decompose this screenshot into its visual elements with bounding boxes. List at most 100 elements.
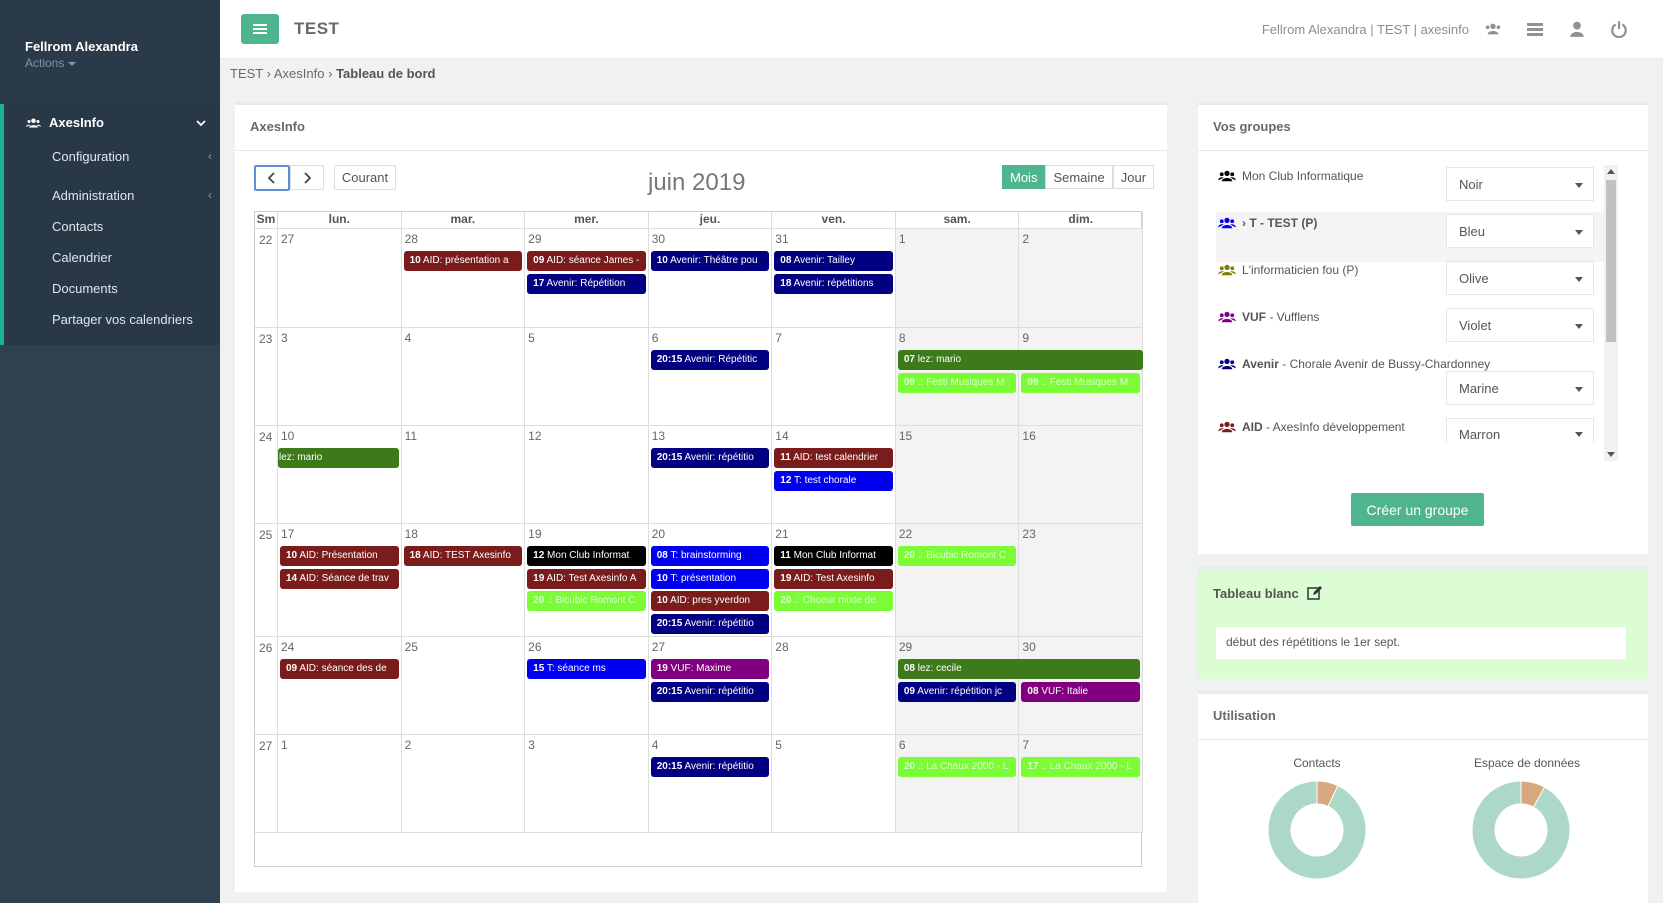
user-icon[interactable]	[1568, 20, 1586, 38]
calendar-event[interactable]: 20 .: Choeur mixte de	[774, 591, 893, 611]
day-cell[interactable]: 1	[895, 229, 1020, 328]
group-item[interactable]: L'informaticien fou (P)	[1218, 263, 1358, 277]
calendar-event[interactable]: 19 AID: Test Axesinfo	[774, 568, 893, 589]
scroll-up-icon[interactable]	[1607, 169, 1615, 174]
breadcrumb-item-test[interactable]: TEST	[230, 66, 263, 81]
day-cell[interactable]: 16	[1019, 426, 1143, 524]
calendar-event[interactable]: 08 Avenir: Tailley	[774, 251, 893, 271]
user-actions-dropdown[interactable]: Actions	[25, 56, 77, 70]
group-color-select[interactable]: Olive	[1446, 261, 1594, 295]
calendar-event[interactable]: 09 .: Festi Musiques M	[1021, 372, 1140, 393]
calendar-event[interactable]: 10 Avenir: Théâtre pou	[650, 251, 770, 271]
calendar-event[interactable]: 17 Avenir: Répétition	[527, 273, 646, 294]
calendar-event[interactable]: lez: mario	[278, 448, 399, 468]
scroll-down-icon[interactable]	[1607, 452, 1615, 457]
group-item[interactable]: VUF - Vufflens	[1218, 310, 1319, 324]
calendar-event[interactable]: 12 Mon Club Informat	[527, 546, 646, 566]
day-cell[interactable]: 28	[401, 229, 526, 328]
day-cell[interactable]: 2	[401, 735, 526, 833]
view-week-button[interactable]: Semaine	[1045, 165, 1113, 189]
calendar-event[interactable]: 07 lez: mario	[897, 350, 1143, 370]
scroll-thumb[interactable]	[1606, 180, 1616, 342]
calendar-event[interactable]: 19 VUF: Maxime	[650, 659, 770, 679]
nav-item-axesinfo[interactable]: AxesInfo	[26, 115, 206, 130]
groups-scrollbar[interactable]	[1604, 165, 1618, 461]
day-cell[interactable]: 26	[525, 637, 649, 735]
day-cell[interactable]: 11	[401, 426, 526, 524]
create-group-button[interactable]: Créer un groupe	[1351, 493, 1484, 526]
menu-toggle-button[interactable]	[241, 14, 279, 44]
group-item[interactable]: Avenir - Chorale Avenir de Bussy-Chardon…	[1218, 357, 1490, 371]
calendar-event[interactable]: 08 VUF: Italie	[1021, 681, 1140, 702]
group-color-select[interactable]: Violet	[1446, 308, 1594, 342]
calendar-event[interactable]: 14 AID: Séance de trav	[280, 568, 399, 589]
users-icon[interactable]	[1484, 20, 1502, 38]
calendar-event[interactable]: 09 AID: séance des de	[280, 659, 399, 679]
sidebar-item-administration[interactable]: Administration ‹	[52, 188, 212, 203]
group-item[interactable]: AID - AxesInfo développement	[1218, 420, 1405, 434]
calendar-event[interactable]: 20:15 Avenir: répétitio	[650, 757, 770, 777]
day-cell[interactable]: 22	[895, 524, 1020, 637]
sidebar-item-configuration[interactable]: Configuration ‹	[52, 149, 212, 164]
calendar-event[interactable]: 19 AID: Test Axesinfo A	[527, 568, 646, 589]
day-cell[interactable]: 7	[772, 328, 896, 426]
group-color-select[interactable]: Marine	[1446, 371, 1594, 405]
calendar-event[interactable]: 20 .: La Chaux 2000 - L	[897, 757, 1017, 777]
list-icon[interactable]	[1526, 20, 1544, 38]
calendar-event[interactable]: 09 Avenir: répétition jc	[897, 681, 1017, 702]
edit-icon[interactable]	[1306, 585, 1323, 601]
sidebar-item-documents[interactable]: Documents	[52, 281, 212, 296]
calendar-event[interactable]: 18 AID: TEST Axesinfo	[403, 546, 523, 566]
prev-month-button[interactable]	[254, 165, 290, 191]
view-day-button[interactable]: Jour	[1112, 165, 1155, 189]
calendar-event[interactable]: 10 AID: Présentation	[280, 546, 399, 566]
day-cell[interactable]: 4	[401, 328, 526, 426]
view-month-button[interactable]: Mois	[1002, 165, 1046, 189]
day-cell[interactable]: 10	[278, 426, 402, 524]
calendar-event[interactable]: 11 AID: test calendrier	[774, 448, 893, 468]
calendar-event[interactable]: 09 .: Festi Musiques M	[897, 372, 1017, 393]
calendar-event[interactable]: 08 T: brainstorming	[650, 546, 770, 566]
calendar-event[interactable]: 20:15 Avenir: répétitio	[650, 613, 770, 634]
day-cell[interactable]: 3	[278, 328, 402, 426]
group-color-select[interactable]: Marron	[1446, 418, 1594, 442]
group-color-select[interactable]: Noir	[1446, 167, 1594, 201]
group-item[interactable]: › T - TEST (P)	[1218, 216, 1317, 230]
calendar-event[interactable]: 20:15 Avenir: répétitio	[650, 448, 770, 468]
calendar-event[interactable]: 18 Avenir: répétitions	[774, 273, 893, 294]
day-cell[interactable]: 24	[278, 637, 402, 735]
calendar-event[interactable]: 08 lez: cecile	[897, 659, 1140, 679]
calendar-event[interactable]: 20:15 Avenir: répétitio	[650, 681, 770, 702]
calendar-event[interactable]: 15 T: séance ms	[527, 659, 646, 679]
day-cell[interactable]: 28	[772, 637, 896, 735]
calendar-event[interactable]: 20 .: Bicubic Romont C	[897, 546, 1017, 566]
breadcrumb-item-axesinfo[interactable]: AxesInfo	[274, 66, 325, 81]
day-cell[interactable]: 13	[648, 426, 773, 524]
power-icon[interactable]	[1610, 20, 1628, 38]
sidebar-item-contacts[interactable]: Contacts	[52, 219, 212, 234]
calendar-event[interactable]: 17 .: La Chaux 2000 - L	[1021, 757, 1140, 777]
day-cell[interactable]: 3	[525, 735, 649, 833]
day-cell[interactable]: 23	[1019, 524, 1143, 637]
day-cell[interactable]: 5	[772, 735, 896, 833]
next-month-button[interactable]	[290, 165, 324, 190]
group-item[interactable]: Mon Club Informatique	[1218, 169, 1363, 183]
calendar-event[interactable]: 12 T: test chorale	[774, 470, 893, 491]
group-color-select[interactable]: Bleu	[1446, 214, 1594, 248]
day-cell[interactable]: 5	[525, 328, 649, 426]
day-cell[interactable]: 2	[1019, 229, 1143, 328]
day-cell[interactable]: 7	[1019, 735, 1143, 833]
calendar-event[interactable]: 11 Mon Club Informat	[774, 546, 893, 566]
sidebar-item-calendrier[interactable]: Calendrier	[52, 250, 212, 265]
day-cell[interactable]: 4	[648, 735, 773, 833]
day-cell[interactable]: 6	[648, 328, 773, 426]
calendar-event[interactable]: 10 AID: pres yverdon	[650, 591, 770, 611]
calendar-event[interactable]: 09 AID: séance James -	[527, 251, 646, 271]
day-cell[interactable]: 12	[525, 426, 649, 524]
day-cell[interactable]: 15	[895, 426, 1020, 524]
day-cell[interactable]: 30	[648, 229, 773, 328]
calendar-event[interactable]: 10 T: présentation	[650, 568, 770, 589]
day-cell[interactable]: 6	[895, 735, 1020, 833]
day-cell[interactable]: 27	[278, 229, 402, 328]
today-button[interactable]: Courant	[334, 165, 396, 190]
